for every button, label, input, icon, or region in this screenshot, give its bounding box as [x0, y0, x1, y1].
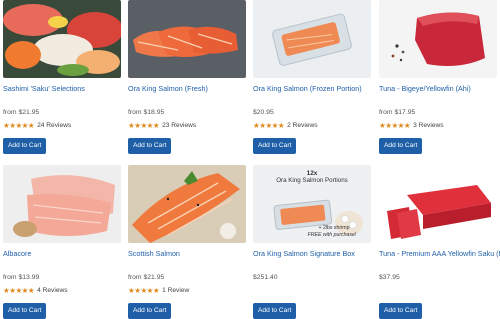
add-to-cart-button[interactable]: Add to Cart [3, 138, 47, 154]
product-price: $20.95 [253, 109, 274, 116]
review-count[interactable]: 3 Reviews [413, 122, 443, 130]
product-image-ora-king-frozen[interactable] [253, 0, 371, 78]
product-rating: ★★★★★ 24 Reviews [3, 122, 121, 130]
product-name[interactable]: Tuna - Bigeye/Yellowfin (Ahi) [379, 84, 497, 93]
product-image-albacore[interactable] [3, 165, 121, 243]
product-rating: ★★★★★ 1 Review [128, 287, 246, 295]
product-card: Ora King Salmon (Fresh) from $18.95 ★★★★… [128, 0, 246, 154]
product-price: from $13.99 [3, 274, 40, 281]
review-count[interactable]: 2 Reviews [287, 122, 317, 130]
promo-offer: + 2lbs shrimp [318, 225, 350, 231]
star-rating-icon: ★★★★★ [253, 121, 285, 130]
product-name[interactable]: Albacore [3, 249, 121, 258]
product-name[interactable]: Ora King Salmon (Frozen Portion) [253, 84, 371, 93]
product-price: from $21.95 [3, 109, 40, 116]
product-image-signature-box[interactable]: 12x Ora King Salmon Portions + 2lbs shri… [253, 165, 371, 243]
add-to-cart-button[interactable]: Add to Cart [128, 138, 172, 154]
product-name[interactable]: Ora King Salmon (Fresh) [128, 84, 246, 93]
review-count[interactable]: 23 Reviews [162, 122, 196, 130]
add-to-cart-button[interactable]: Add to Cart [253, 138, 297, 154]
product-name[interactable]: Tuna - Premium AAA Yellowfin Saku (Froze… [379, 249, 500, 258]
star-rating-icon: ★★★★★ [3, 121, 35, 130]
product-rating: ★★★★★ 2 Reviews [253, 122, 371, 130]
product-image-scottish-salmon[interactable] [128, 165, 246, 243]
promo-qty: 12x [306, 170, 318, 177]
review-count[interactable]: 4 Reviews [37, 287, 67, 295]
product-card: Ora King Salmon (Frozen Portion) $20.95 … [253, 0, 371, 154]
promo-title: Ora King Salmon Portions [276, 177, 348, 184]
product-card: Tuna - Premium AAA Yellowfin Saku (Froze… [379, 165, 500, 319]
product-rating: ★★★★★ 3 Reviews [379, 122, 497, 130]
product-card: Tuna - Bigeye/Yellowfin (Ahi) from $17.9… [379, 0, 497, 154]
product-image-ora-king-fresh[interactable] [128, 0, 246, 78]
product-grid: Sashimi 'Saku' Selections from $21.95 ★★… [0, 0, 500, 319]
product-image-tuna-premium[interactable] [379, 165, 497, 243]
star-rating-icon: ★★★★★ [128, 121, 160, 130]
star-rating-icon: ★★★★★ [3, 286, 35, 295]
product-price: from $21.95 [128, 274, 165, 281]
product-price: from $18.95 [128, 109, 165, 116]
review-count[interactable]: 24 Reviews [37, 122, 71, 130]
product-price: from $17.95 [379, 109, 416, 116]
product-price: $251.40 [253, 274, 278, 281]
product-card: Albacore from $13.99 ★★★★★ 4 Reviews Add… [3, 165, 121, 319]
product-image-sashimi[interactable] [3, 0, 121, 78]
product-card: 12x Ora King Salmon Portions + 2lbs shri… [253, 165, 371, 319]
add-to-cart-button[interactable]: Add to Cart [379, 303, 423, 319]
star-rating-icon: ★★★★★ [128, 286, 160, 295]
product-price: $37.95 [379, 274, 400, 281]
product-name[interactable]: Scottish Salmon [128, 249, 246, 258]
add-to-cart-button[interactable]: Add to Cart [379, 138, 423, 154]
add-to-cart-button[interactable]: Add to Cart [253, 303, 297, 319]
review-count[interactable]: 1 Review [162, 287, 189, 295]
add-to-cart-button[interactable]: Add to Cart [128, 303, 172, 319]
product-name[interactable]: Sashimi 'Saku' Selections [3, 84, 121, 93]
product-rating: ★★★★★ 4 Reviews [3, 287, 121, 295]
star-rating-icon: ★★★★★ [379, 121, 411, 130]
product-image-tuna-bigeye[interactable] [379, 0, 497, 78]
product-card: Sashimi 'Saku' Selections from $21.95 ★★… [3, 0, 121, 154]
add-to-cart-button[interactable]: Add to Cart [3, 303, 47, 319]
product-name[interactable]: Ora King Salmon Signature Box [253, 249, 371, 258]
promo-note: FREE with purchase! [307, 232, 357, 238]
product-card: Scottish Salmon from $21.95 ★★★★★ 1 Revi… [128, 165, 246, 319]
product-rating: ★★★★★ 23 Reviews [128, 122, 246, 130]
